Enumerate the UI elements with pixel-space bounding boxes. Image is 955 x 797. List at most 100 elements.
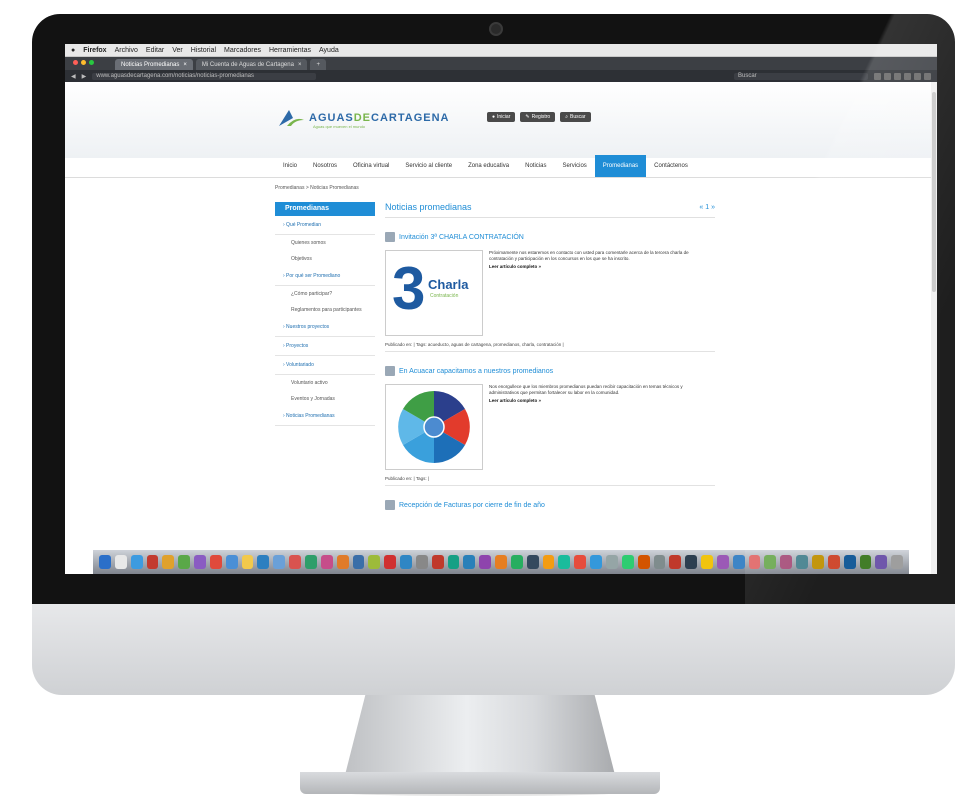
menubar-item[interactable]: Herramientas bbox=[269, 47, 311, 54]
dock-app-icon[interactable] bbox=[637, 555, 650, 569]
dock-app-icon[interactable] bbox=[875, 555, 888, 569]
read-more-link[interactable]: Leer artículo completo » bbox=[489, 264, 709, 270]
post-title[interactable]: Invitación 3ª CHARLA CONTRATACIÓN bbox=[385, 232, 715, 242]
close-window-icon[interactable] bbox=[73, 60, 78, 65]
extension-icon[interactable] bbox=[894, 72, 901, 80]
nav-item-zona-educativa[interactable]: Zona educativa bbox=[460, 155, 517, 177]
dock-app-icon[interactable] bbox=[178, 555, 191, 569]
nav-item-contactenos[interactable]: Contáctenos bbox=[646, 155, 696, 177]
dock-app-icon[interactable] bbox=[289, 555, 301, 569]
read-more-link[interactable]: Leer artículo completo » bbox=[489, 398, 709, 404]
dock-app-icon[interactable] bbox=[273, 555, 286, 569]
zoom-window-icon[interactable] bbox=[89, 60, 94, 65]
sidebar-item[interactable]: › Por qué ser Promediano bbox=[275, 267, 375, 286]
dock-app-icon[interactable] bbox=[336, 555, 349, 569]
extension-icon[interactable] bbox=[924, 72, 931, 80]
apple-icon[interactable]: ● bbox=[71, 47, 75, 54]
dock-app-icon[interactable] bbox=[732, 555, 745, 569]
extension-icon[interactable] bbox=[884, 72, 891, 80]
nav-item-servicios[interactable]: Servicios bbox=[554, 155, 594, 177]
menubar-item[interactable]: Marcadores bbox=[224, 47, 261, 54]
dock-app-icon[interactable] bbox=[510, 555, 523, 569]
sidebar-item[interactable]: › Proyectos bbox=[275, 337, 375, 356]
sidebar-item[interactable]: › Qué Promedian bbox=[275, 216, 375, 235]
url-field[interactable]: www.aguasdecartagena.com/noticias/notici… bbox=[92, 72, 317, 80]
nav-item-inicio[interactable]: Inicio bbox=[275, 155, 305, 177]
dock-app-icon[interactable] bbox=[400, 555, 412, 569]
search-input[interactable]: Buscar bbox=[734, 72, 868, 80]
dock-app-icon[interactable] bbox=[431, 555, 444, 569]
dock-app-icon[interactable] bbox=[384, 555, 397, 569]
dock-app-icon[interactable] bbox=[653, 555, 666, 569]
sidebar-item[interactable]: Eventos y Jornadas bbox=[275, 391, 375, 407]
dock-app-icon[interactable] bbox=[479, 555, 492, 569]
minimize-window-icon[interactable] bbox=[81, 60, 86, 65]
search-button[interactable]: ⌕ Buscar bbox=[560, 112, 591, 122]
post-thumbnail[interactable] bbox=[385, 384, 483, 470]
dock-app-icon[interactable] bbox=[415, 555, 428, 569]
post-title[interactable]: En Acuacar capacitamos a nuestros promed… bbox=[385, 366, 715, 376]
menubar-item[interactable]: Editar bbox=[146, 47, 164, 54]
forward-icon[interactable]: ▶ bbox=[82, 73, 87, 80]
dock-app-icon[interactable] bbox=[827, 555, 840, 569]
dock-app-icon[interactable] bbox=[701, 555, 713, 569]
dock-app-icon[interactable] bbox=[796, 555, 808, 569]
menubar-item[interactable]: Archivo bbox=[115, 47, 138, 54]
sidebar-item[interactable]: Quienes somos bbox=[275, 235, 375, 251]
menubar-app[interactable]: Firefox bbox=[83, 47, 106, 54]
browser-tab[interactable]: Noticias Promedianas × bbox=[115, 59, 193, 70]
dock-app-icon[interactable] bbox=[764, 555, 777, 569]
dock-app-icon[interactable] bbox=[130, 555, 143, 569]
dock-app-icon[interactable] bbox=[716, 555, 729, 569]
extension-icon[interactable] bbox=[874, 72, 881, 80]
dock-app-icon[interactable] bbox=[352, 555, 365, 569]
login-button[interactable]: ● Iniciar bbox=[487, 112, 516, 122]
dock-app-icon[interactable] bbox=[748, 555, 761, 569]
dock-app-icon[interactable] bbox=[225, 555, 238, 569]
dock-app-icon[interactable] bbox=[621, 555, 634, 569]
extension-icon[interactable] bbox=[914, 72, 921, 80]
dock-app-icon[interactable] bbox=[320, 555, 333, 569]
menubar-item[interactable]: Historial bbox=[191, 47, 216, 54]
dock-app-icon[interactable] bbox=[843, 555, 856, 569]
sidebar-item[interactable]: › Nuestros proyectos bbox=[275, 318, 375, 337]
dock-app-icon[interactable] bbox=[447, 555, 460, 569]
nav-item-promedianas[interactable]: Promedianas bbox=[594, 155, 647, 177]
site-logo[interactable]: AGUASDECARTAGENA Aguas que mueven el mun… bbox=[277, 108, 449, 129]
pagination[interactable]: « 1 » bbox=[699, 204, 715, 211]
dock-app-icon[interactable] bbox=[542, 555, 555, 569]
nav-item-noticias[interactable]: Noticias bbox=[517, 155, 554, 177]
sidebar-item[interactable]: › Voluntariado bbox=[275, 356, 375, 375]
dock-app-icon[interactable] bbox=[669, 555, 682, 569]
nav-item-nosotros[interactable]: Nosotros bbox=[305, 155, 345, 177]
close-icon[interactable]: × bbox=[183, 62, 187, 68]
dock-app-icon[interactable] bbox=[304, 555, 317, 569]
dock-app-icon[interactable] bbox=[811, 555, 824, 569]
dock-app-icon[interactable] bbox=[162, 555, 175, 569]
new-tab-button[interactable]: + bbox=[310, 59, 326, 70]
dock-app-icon[interactable] bbox=[891, 555, 904, 569]
sidebar-item[interactable]: Voluntario activo bbox=[275, 375, 375, 391]
nav-item-oficina-virtual[interactable]: Oficina virtual bbox=[345, 155, 397, 177]
dock-app-icon[interactable] bbox=[146, 555, 159, 569]
scrollbar-thumb[interactable] bbox=[932, 92, 936, 292]
dock-app-icon[interactable] bbox=[194, 555, 206, 569]
nav-item-servicio-cliente[interactable]: Servicio al cliente bbox=[397, 155, 460, 177]
sidebar-item[interactable]: Reglamentos para participantes bbox=[275, 302, 375, 318]
dock-app-icon[interactable] bbox=[368, 555, 381, 569]
dock-app-icon[interactable] bbox=[241, 555, 254, 569]
dock-app-icon[interactable] bbox=[463, 555, 476, 569]
dock-app-icon[interactable] bbox=[859, 555, 872, 569]
dock-app-icon[interactable] bbox=[558, 555, 571, 569]
dock-app-icon[interactable] bbox=[257, 555, 270, 569]
post-thumbnail[interactable]: 3 Charla Contratación bbox=[385, 250, 483, 336]
page-scrollbar[interactable] bbox=[931, 82, 937, 574]
post-title[interactable]: Recepción de Facturas por cierre de fin … bbox=[385, 500, 715, 510]
dock-app-icon[interactable] bbox=[574, 555, 587, 569]
back-icon[interactable]: ◀ bbox=[71, 73, 76, 80]
dock-app-icon[interactable] bbox=[526, 555, 539, 569]
extension-icon[interactable] bbox=[904, 72, 911, 80]
browser-tab[interactable]: Mi Cuenta de Aguas de Cartagena × bbox=[195, 59, 308, 70]
sidebar-item[interactable]: › Noticias Promedianas bbox=[275, 407, 375, 426]
dock-app-icon[interactable] bbox=[606, 555, 618, 569]
